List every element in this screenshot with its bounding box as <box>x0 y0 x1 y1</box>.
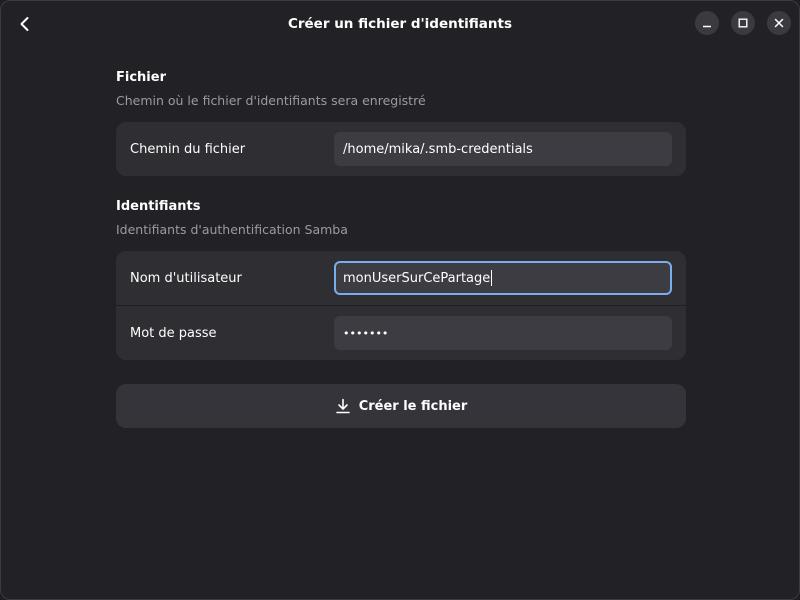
minimize-icon <box>703 25 711 28</box>
close-button[interactable] <box>767 11 791 35</box>
file-section-title: Fichier <box>116 70 166 85</box>
text-caret <box>491 270 493 286</box>
close-icon <box>774 18 784 28</box>
dialog-content: Fichier Chemin où le fichier d'identifia… <box>116 69 686 428</box>
window-controls <box>695 11 791 35</box>
file-path-value: /home/mika/.smb-credentials <box>343 141 533 157</box>
file-list: Chemin du fichier /home/mika/.smb-creden… <box>116 122 686 176</box>
create-file-label: Créer le fichier <box>358 398 468 414</box>
header-bar: Créer un fichier d'identifiants <box>1 1 799 47</box>
file-path-input[interactable]: /home/mika/.smb-credentials <box>334 132 672 166</box>
maximize-icon <box>738 18 748 28</box>
file-path-label: Chemin du fichier <box>130 141 246 157</box>
chevron-left-icon <box>20 17 29 31</box>
credentials-section-title: Identifiants <box>116 199 201 214</box>
username-input[interactable]: monUserSurCePartage <box>334 261 672 295</box>
username-value: monUserSurCePartage <box>343 270 491 286</box>
password-label: Mot de passe <box>130 325 217 341</box>
username-label: Nom d'utilisateur <box>130 270 242 286</box>
dialog-window: Créer un fichier d'identifiants Fichier … <box>0 0 800 600</box>
password-row: Mot de passe ••••••• <box>116 305 686 360</box>
maximize-button[interactable] <box>731 11 755 35</box>
minimize-button[interactable] <box>695 11 719 35</box>
password-value: ••••••• <box>343 326 389 340</box>
file-section-description: Chemin où le fichier d'identifiants sera… <box>116 93 426 108</box>
file-section: Fichier Chemin où le fichier d'identifia… <box>116 69 686 176</box>
credentials-section: Identifiants Identifiants d'authentifica… <box>116 198 686 360</box>
back-button[interactable] <box>9 8 41 40</box>
username-row: Nom d'utilisateur monUserSurCePartage <box>116 251 686 305</box>
create-file-button[interactable]: Créer le fichier <box>116 384 686 428</box>
credentials-list: Nom d'utilisateur monUserSurCePartage Mo… <box>116 251 686 360</box>
window-title: Créer un fichier d'identifiants <box>287 16 513 32</box>
file-path-row: Chemin du fichier /home/mika/.smb-creden… <box>116 122 686 176</box>
download-icon <box>335 398 350 414</box>
password-input[interactable]: ••••••• <box>334 316 672 350</box>
credentials-section-description: Identifiants d'authentification Samba <box>116 222 348 237</box>
